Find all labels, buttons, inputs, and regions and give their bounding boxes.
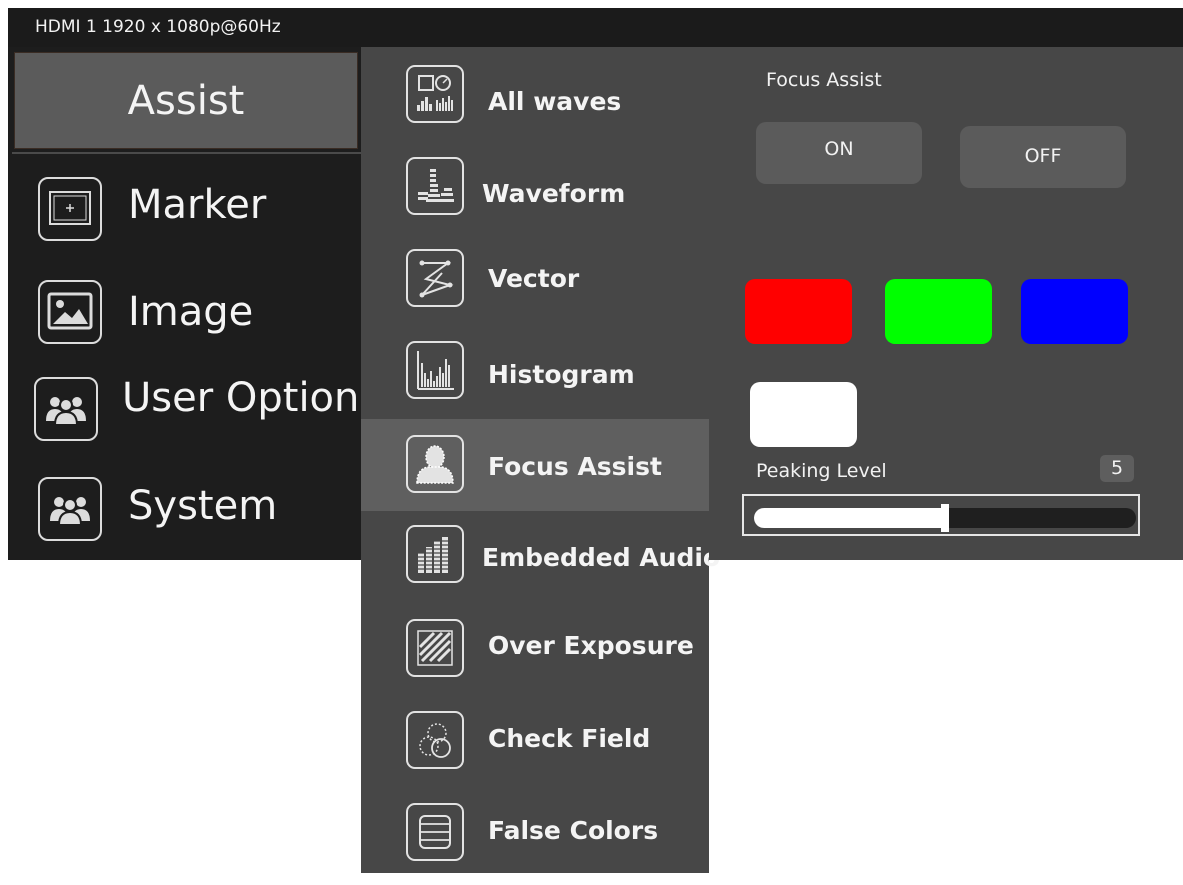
- submenu-item-check-field-label: Check Field: [488, 724, 651, 753]
- submenu-item-over-exposure[interactable]: Over Exposure: [361, 609, 709, 701]
- submenu-item-vector[interactable]: Vector: [361, 241, 709, 333]
- focus-assist-panel: Focus Assist ON OFF Peaking Level 5: [709, 47, 1183, 560]
- submenu-item-vector-label: Vector: [488, 264, 580, 293]
- status-bar: HDMI 1 1920 x 1080p@60Hz: [8, 8, 1183, 47]
- assist-submenu: All waves Waveform Vector Histogram Focu…: [361, 47, 720, 873]
- color-swatch-green[interactable]: [885, 279, 992, 344]
- submenu-item-histogram[interactable]: Histogram: [361, 333, 709, 425]
- focus-assist-off-button[interactable]: OFF: [960, 126, 1126, 188]
- menu-item-system-label: System: [128, 483, 278, 529]
- all-waves-icon: [406, 65, 464, 123]
- submenu-item-focus-assist[interactable]: Focus Assist: [361, 419, 709, 511]
- submenu-item-false-colors[interactable]: False Colors: [361, 793, 709, 885]
- submenu-item-focus-assist-label: Focus Assist: [488, 452, 662, 481]
- focus-assist-title: Focus Assist: [766, 69, 882, 91]
- submenu-item-waveform[interactable]: Waveform: [361, 149, 709, 241]
- false-colors-icon: [406, 803, 464, 861]
- menu-item-system[interactable]: System: [8, 470, 363, 550]
- submenu-item-embedded-audio[interactable]: Embedded Audio: [361, 517, 720, 609]
- menu-item-marker[interactable]: Marker: [8, 169, 363, 249]
- embedded-audio-icon: [406, 525, 464, 583]
- slider-fill: [754, 508, 945, 528]
- menu-item-user-option[interactable]: User Option: [8, 370, 363, 450]
- main-menu: Assist Marker Image User Option System: [8, 47, 363, 560]
- peaking-level-label: Peaking Level: [756, 460, 887, 482]
- focus-assist-icon: [406, 435, 464, 493]
- menu-item-image[interactable]: Image: [8, 272, 363, 352]
- menu-item-assist-label: Assist: [127, 77, 245, 124]
- submenu-item-all-waves[interactable]: All waves: [361, 57, 709, 149]
- submenu-item-check-field[interactable]: Check Field: [361, 701, 709, 793]
- waveform-icon: [406, 157, 464, 215]
- submenu-item-waveform-label: Waveform: [482, 179, 626, 208]
- marker-icon: [38, 177, 102, 241]
- color-swatch-white[interactable]: [750, 382, 857, 447]
- submenu-item-all-waves-label: All waves: [488, 87, 622, 116]
- vector-icon: [406, 249, 464, 307]
- peaking-level-value: 5: [1100, 455, 1134, 482]
- color-swatch-blue[interactable]: [1021, 279, 1128, 344]
- slider-track: [754, 504, 1136, 532]
- menu-item-assist[interactable]: Assist: [14, 52, 358, 149]
- peaking-level-slider[interactable]: [742, 494, 1140, 536]
- menu-divider: [12, 152, 361, 154]
- over-exposure-icon: [406, 619, 464, 677]
- submenu-item-embedded-audio-label: Embedded Audio: [482, 543, 721, 572]
- system-icon: [38, 477, 102, 541]
- check-field-icon: [406, 711, 464, 769]
- on-button-label: ON: [824, 138, 854, 160]
- histogram-icon: [406, 341, 464, 399]
- menu-item-image-label: Image: [128, 289, 254, 335]
- slider-handle[interactable]: [941, 504, 949, 532]
- menu-item-user-option-label: User Option: [122, 375, 360, 421]
- submenu-item-false-colors-label: False Colors: [488, 816, 659, 845]
- off-button-label: OFF: [1024, 145, 1062, 167]
- submenu-item-over-exposure-label: Over Exposure: [488, 631, 694, 660]
- submenu-item-histogram-label: Histogram: [488, 360, 635, 389]
- color-swatch-red[interactable]: [745, 279, 852, 344]
- input-signal-info: HDMI 1 1920 x 1080p@60Hz: [35, 17, 281, 37]
- focus-assist-on-button[interactable]: ON: [756, 122, 922, 184]
- menu-item-marker-label: Marker: [128, 182, 267, 228]
- user-option-icon: [34, 377, 98, 441]
- image-icon: [38, 280, 102, 344]
